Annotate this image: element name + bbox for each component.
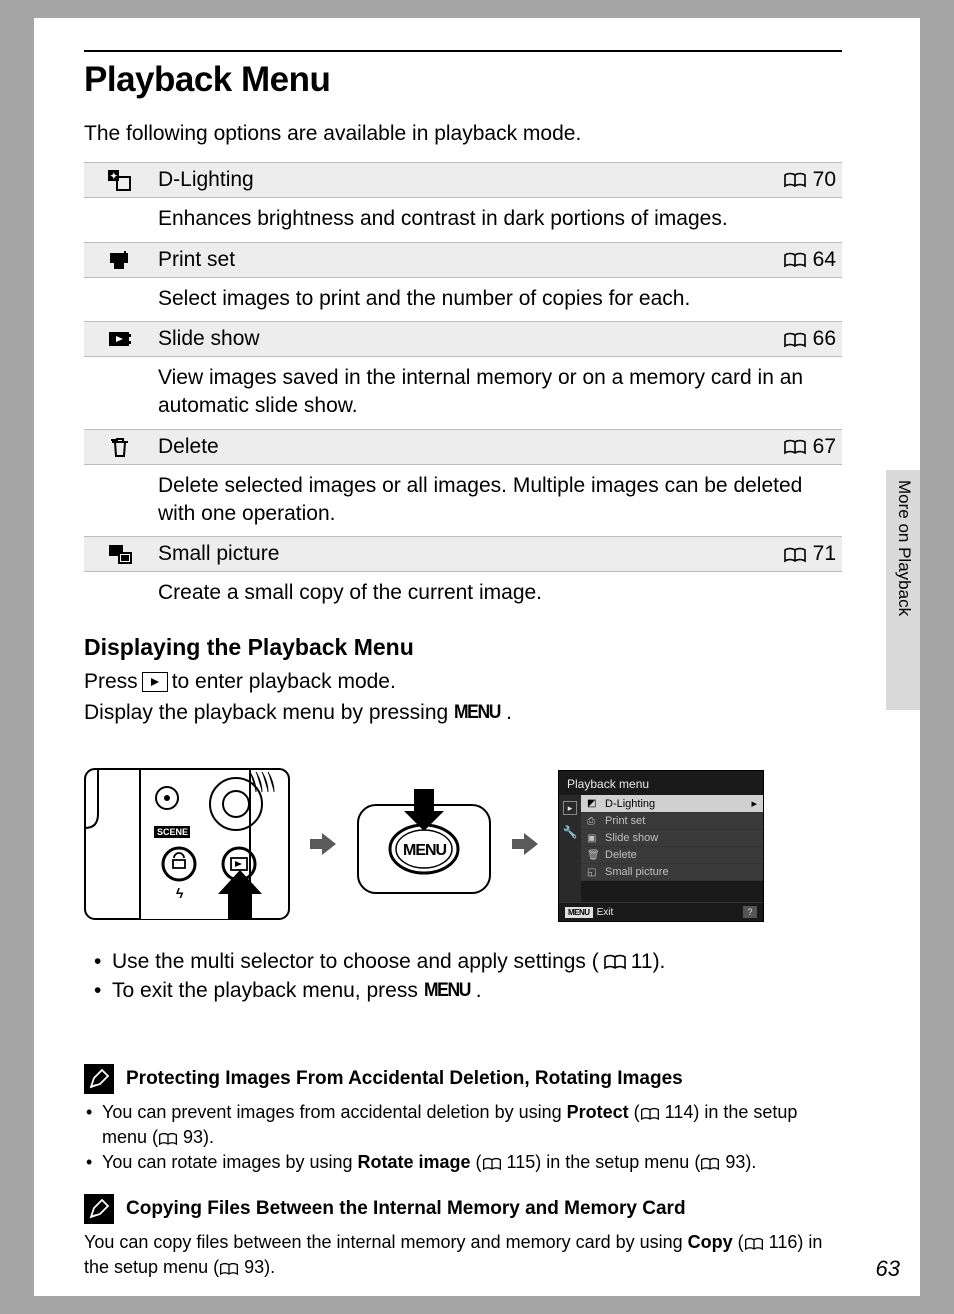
playback-button-icon bbox=[142, 672, 168, 692]
option-desc: Enhances brightness and contrast in dark… bbox=[84, 198, 842, 242]
page-title: Playback Menu bbox=[84, 60, 842, 100]
lcd-item: ◱Small picture bbox=[581, 864, 763, 881]
option-desc: Select images to print and the number of… bbox=[84, 278, 842, 322]
bullet-1: Use the multi selector to choose and app… bbox=[84, 947, 842, 976]
lcd-item: ⎙Print set bbox=[581, 813, 763, 830]
option-pageref: 71 bbox=[783, 542, 836, 566]
option-pageref: 67 bbox=[783, 435, 836, 459]
slideshow-icon bbox=[90, 328, 150, 350]
print-icon bbox=[90, 249, 150, 271]
book-icon bbox=[783, 168, 807, 192]
option-desc: View images saved in the internal memory… bbox=[84, 357, 842, 428]
d-lighting-icon bbox=[90, 169, 150, 191]
lcd-help-icon: ? bbox=[743, 906, 757, 918]
option-name: Small picture bbox=[150, 542, 783, 566]
text: to enter playback mode. bbox=[172, 667, 396, 696]
option-name: Delete bbox=[150, 435, 783, 459]
note-item: You can prevent images from accidental d… bbox=[84, 1100, 842, 1151]
options-table: D-Lighting 70 Enhances brightness and co… bbox=[84, 162, 842, 616]
text: . bbox=[476, 976, 482, 1005]
option-row-printset: Print set 64 bbox=[84, 242, 842, 278]
bullet-2: To exit the playback menu, press MENU. bbox=[84, 976, 842, 1005]
camera-back-illustration: SCENE ϟ bbox=[84, 768, 290, 925]
option-row-slideshow: Slide show 66 bbox=[84, 321, 842, 357]
option-name: Print set bbox=[150, 248, 783, 272]
menu-button-label: MENU bbox=[454, 700, 500, 727]
menu-button-illustration: MENU bbox=[356, 789, 492, 904]
lcd-title: Playback menu bbox=[559, 771, 763, 795]
svg-text:ϟ: ϟ bbox=[176, 885, 184, 901]
intro-text: The following options are available in p… bbox=[84, 122, 842, 146]
lcd-item-selected: ◩D-Lighting▸ bbox=[581, 795, 763, 813]
option-name: Slide show bbox=[150, 327, 783, 351]
figure-row: SCENE ϟ bbox=[84, 768, 842, 925]
svg-text:MENU: MENU bbox=[403, 842, 447, 859]
small-picture-icon bbox=[90, 543, 150, 565]
note-copy: Copying Files Between the Internal Memor… bbox=[84, 1194, 842, 1281]
option-pageref: 64 bbox=[783, 248, 836, 272]
note-paragraph: You can copy files between the internal … bbox=[84, 1230, 842, 1281]
arrow-icon bbox=[308, 829, 338, 864]
page-number: 63 bbox=[876, 1256, 900, 1282]
lcd-setup-tab-icon: 🔧 bbox=[563, 825, 578, 839]
option-desc: Delete selected images or all images. Mu… bbox=[84, 465, 842, 536]
svg-text:SCENE: SCENE bbox=[157, 827, 188, 837]
option-desc: Create a small copy of the current image… bbox=[84, 572, 842, 616]
option-page: 66 bbox=[813, 327, 836, 351]
lcd-menu-button: MENU bbox=[565, 907, 593, 918]
note-title: Copying Files Between the Internal Memor… bbox=[126, 1198, 686, 1220]
book-icon bbox=[783, 435, 807, 459]
text: Use the multi selector to choose and app… bbox=[112, 947, 599, 976]
option-page: 70 bbox=[813, 168, 836, 192]
note-pencil-icon bbox=[84, 1194, 114, 1224]
lcd-playback-tab-icon: ▸ bbox=[563, 801, 577, 815]
text: 11). bbox=[631, 947, 666, 976]
lcd-item: 🗑Delete bbox=[581, 847, 763, 864]
instruction-line-2: Display the playback menu by pressing ME… bbox=[84, 698, 842, 727]
menu-button-label: MENU bbox=[424, 978, 470, 1005]
note-protect-rotate: Protecting Images From Accidental Deleti… bbox=[84, 1064, 842, 1176]
book-icon bbox=[783, 542, 807, 566]
text: . bbox=[506, 698, 512, 727]
option-row-dlighting: D-Lighting 70 bbox=[84, 162, 842, 198]
option-pageref: 66 bbox=[783, 327, 836, 351]
page: More on Playback 63 Playback Menu The fo… bbox=[34, 18, 920, 1296]
option-pageref: 70 bbox=[783, 168, 836, 192]
camera-screen-illustration: Playback menu ▸ 🔧 ◩D-Lighting▸ ⎙Print se… bbox=[558, 770, 764, 922]
delete-icon bbox=[90, 436, 150, 458]
book-icon bbox=[783, 248, 807, 272]
note-title: Protecting Images From Accidental Deleti… bbox=[126, 1068, 683, 1090]
arrow-icon bbox=[510, 829, 540, 864]
option-name: D-Lighting bbox=[150, 168, 783, 192]
instruction-line-1: Press to enter playback mode. bbox=[84, 667, 842, 696]
book-icon bbox=[603, 947, 627, 976]
text: Display the playback menu by pressing bbox=[84, 698, 448, 727]
text: Press bbox=[84, 667, 138, 696]
option-page: 67 bbox=[813, 435, 836, 459]
book-icon bbox=[783, 327, 807, 351]
side-section-label: More on Playback bbox=[894, 480, 914, 616]
note-pencil-icon bbox=[84, 1064, 114, 1094]
lcd-exit-label: Exit bbox=[597, 907, 614, 918]
note-item: You can rotate images by using Rotate im… bbox=[84, 1150, 842, 1175]
heading-rule bbox=[84, 50, 842, 52]
text: To exit the playback menu, press bbox=[112, 976, 418, 1005]
option-row-smallpic: Small picture 71 bbox=[84, 536, 842, 572]
option-page: 64 bbox=[813, 248, 836, 272]
sub-heading: Displaying the Playback Menu bbox=[84, 634, 842, 661]
lcd-item: ▣Slide show bbox=[581, 830, 763, 847]
option-row-delete: Delete 67 bbox=[84, 429, 842, 465]
option-page: 71 bbox=[813, 542, 836, 566]
